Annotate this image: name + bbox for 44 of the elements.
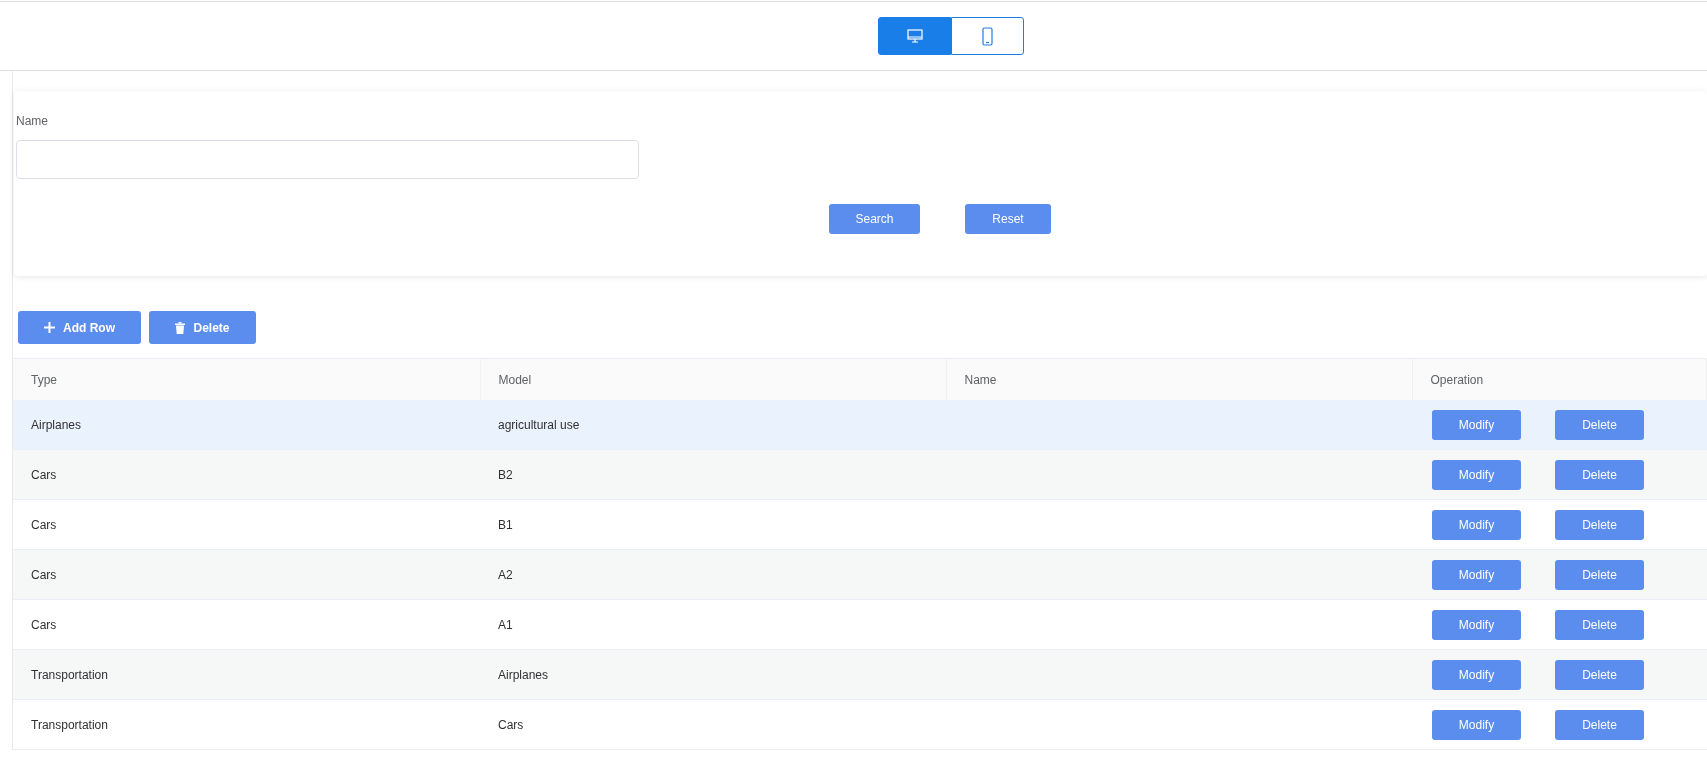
- field-label: Name: [16, 114, 48, 128]
- modify-button[interactable]: Modify: [1432, 659, 1521, 690]
- name-input-field[interactable]: [16, 140, 639, 179]
- table-cell: agricultural use: [480, 400, 946, 450]
- delete-row-button[interactable]: Delete: [1555, 659, 1644, 690]
- column-header: Type: [13, 358, 480, 400]
- delete-row-button[interactable]: Delete: [1555, 409, 1644, 440]
- search-button[interactable]: Search: [829, 204, 920, 234]
- desktop-view-button[interactable]: [878, 17, 951, 55]
- table-cell: Cars: [13, 549, 480, 600]
- column-header: Name: [946, 358, 1412, 400]
- plus-icon: [44, 322, 55, 333]
- delete-button[interactable]: Delete: [149, 311, 256, 344]
- delete-row-button[interactable]: Delete: [1555, 709, 1644, 740]
- add-row-button[interactable]: Add Row: [18, 311, 141, 344]
- table-cell: Cars: [480, 699, 946, 750]
- delete-row-button[interactable]: Delete: [1555, 459, 1644, 490]
- table-cell: B2: [480, 449, 946, 500]
- monitor-icon: [906, 29, 923, 43]
- delete-row-button[interactable]: Delete: [1555, 509, 1644, 540]
- table-cell: Airplanes: [480, 649, 946, 700]
- column-header: Model: [480, 358, 946, 400]
- delete-row-button[interactable]: Delete: [1555, 609, 1644, 640]
- modify-button[interactable]: Modify: [1432, 559, 1521, 590]
- delete-row-button[interactable]: Delete: [1555, 559, 1644, 590]
- table-cell: Transportation: [13, 699, 480, 750]
- table-cell: Cars: [13, 449, 480, 500]
- modify-button[interactable]: Modify: [1432, 459, 1521, 490]
- table-cell: B1: [480, 499, 946, 550]
- table-cell: Airplanes: [13, 400, 480, 450]
- column-header: Operation: [1412, 358, 1707, 400]
- modify-button[interactable]: Modify: [1432, 709, 1521, 740]
- table-cell: Transportation: [13, 649, 480, 700]
- phone-icon: [982, 26, 993, 46]
- modify-button[interactable]: Modify: [1432, 409, 1521, 440]
- table-cell: Cars: [13, 599, 480, 650]
- modify-button[interactable]: Modify: [1432, 509, 1521, 540]
- reset-button[interactable]: Reset: [965, 204, 1051, 234]
- table-cell: A1: [480, 599, 946, 650]
- trash-icon: [175, 321, 186, 334]
- table-cell: Cars: [13, 499, 480, 550]
- table-cell: A2: [480, 549, 946, 600]
- mobile-view-button[interactable]: [951, 17, 1024, 55]
- modify-button[interactable]: Modify: [1432, 609, 1521, 640]
